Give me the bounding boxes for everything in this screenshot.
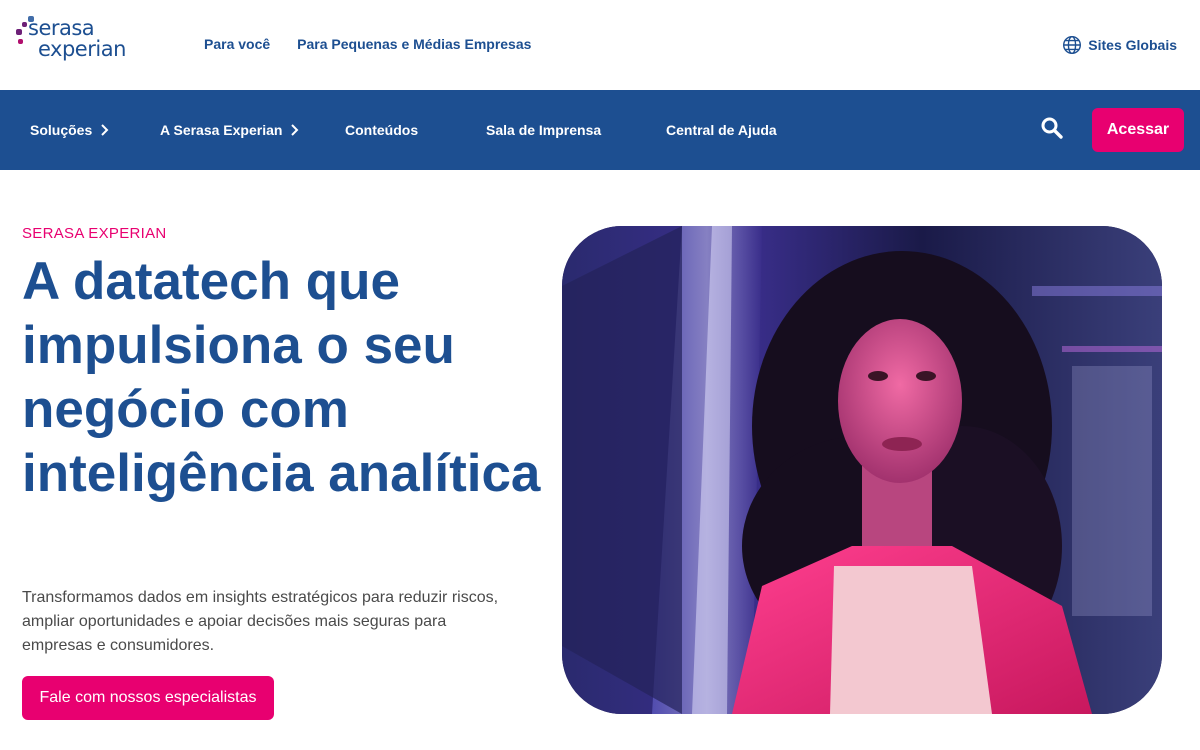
- chevron-right-icon: [101, 124, 109, 136]
- globe-icon: [1063, 35, 1082, 55]
- hero-headline: A datatech que impulsiona o seu negócio …: [22, 252, 541, 503]
- nav-link-para-voce[interactable]: Para você: [204, 36, 270, 52]
- nav-item-label: Soluções: [30, 122, 93, 138]
- contact-specialists-button[interactable]: Fale com nossos especialistas: [22, 676, 274, 720]
- hero-photo: [562, 226, 1162, 714]
- nav-item-label: Central de Ajuda: [666, 122, 777, 138]
- main-navbar: Soluções A Serasa Experian Conteúdos Sal…: [0, 90, 1200, 170]
- hero-eyebrow: SERASA EXPERIAN: [22, 225, 167, 242]
- nav-item-label: A Serasa Experian: [160, 122, 283, 138]
- nav-item-label: Sala de Imprensa: [486, 122, 602, 138]
- nav-item-sala-de-imprensa[interactable]: Sala de Imprensa: [486, 122, 601, 138]
- global-sites-label: Sites Globais: [1088, 37, 1177, 53]
- serasa-experian-logo[interactable]: serasa experian: [16, 14, 146, 70]
- nav-item-conteudos[interactable]: Conteúdos: [345, 122, 418, 138]
- global-sites-link[interactable]: Sites Globais: [1062, 35, 1177, 55]
- hero-description: Transformamos dados em insights estratég…: [22, 589, 499, 654]
- audience-nav: Para você Para Pequenas e Médias Empresa…: [204, 36, 531, 52]
- logo-line-2: experian: [38, 37, 126, 61]
- top-header: serasa experian Para você Para Pequenas …: [0, 0, 1200, 90]
- chevron-right-icon: [291, 124, 299, 136]
- nav-item-central-de-ajuda[interactable]: Central de Ajuda: [666, 122, 777, 138]
- search-icon[interactable]: [1040, 116, 1064, 140]
- nav-item-solucoes[interactable]: Soluções: [30, 122, 109, 138]
- nav-item-a-serasa-experian[interactable]: A Serasa Experian: [160, 122, 299, 138]
- nav-item-label: Conteúdos: [345, 122, 419, 138]
- login-button[interactable]: Acessar: [1092, 108, 1184, 152]
- woman-portrait-illustration: [562, 226, 1162, 714]
- logo-wordmark: serasa experian: [28, 18, 126, 60]
- nav-link-pequenas-medias-empresas[interactable]: Para Pequenas e Médias Empresas: [297, 36, 531, 52]
